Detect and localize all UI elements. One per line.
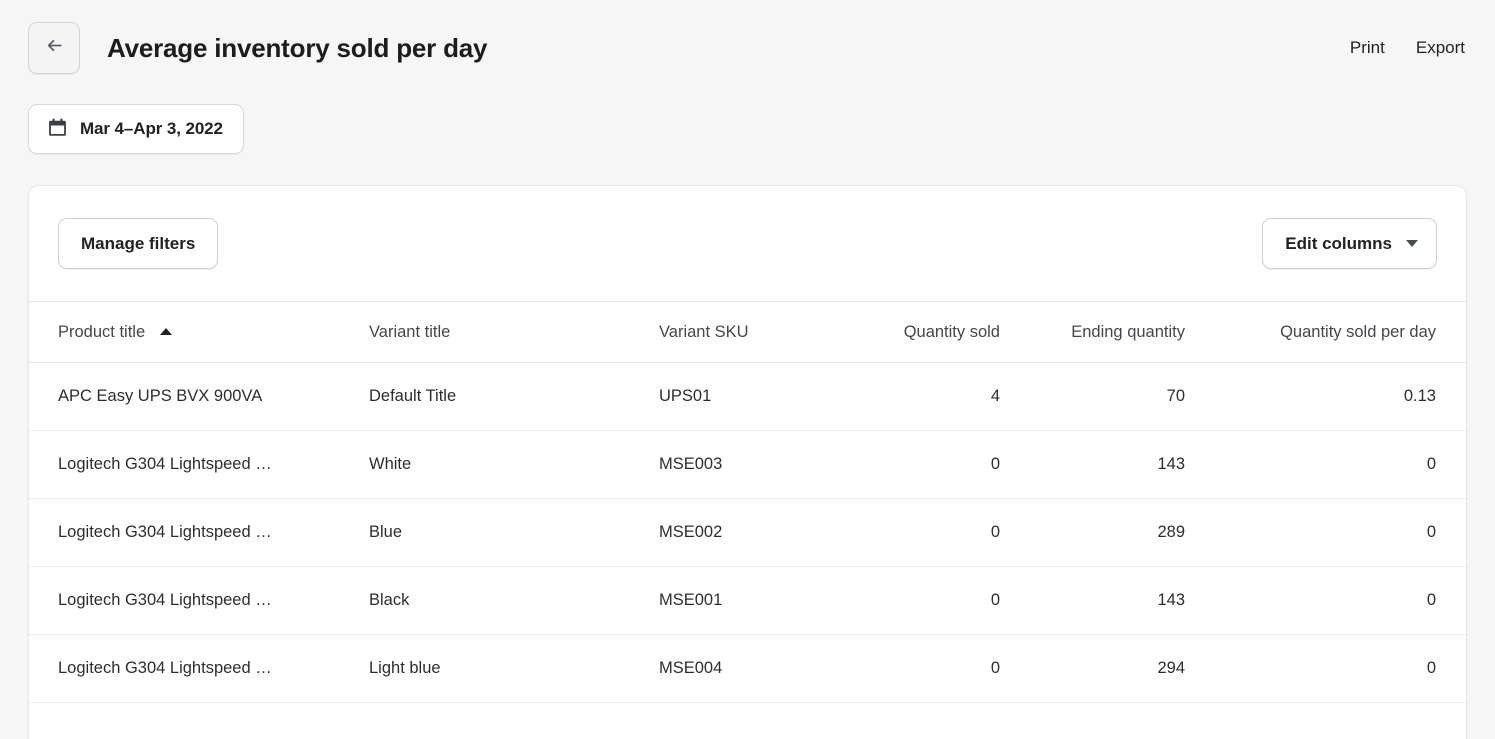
report-page: Average inventory sold per day Print Exp… [0, 0, 1495, 739]
cell-product-title: Logitech G304 Lightspeed … [29, 566, 369, 635]
cell-variant-title: Light blue [369, 634, 659, 703]
arrow-left-icon [44, 35, 65, 61]
table-row[interactable]: Logitech G304 Lightspeed … Blue MSE002 0 289… [29, 498, 1466, 567]
table-body: APC Easy UPS BVX 900VA Default Title UPS01… [29, 362, 1466, 703]
cell-variant-sku: MSE001 [659, 566, 839, 635]
inventory-table: Product title Variant title Variant SKU … [29, 301, 1466, 703]
table-header-row: Product title Variant title Variant SKU … [29, 301, 1466, 363]
cell-product-title: Logitech G304 Lightspeed … [29, 498, 369, 567]
cell-quantity-sold-per-day: 0 [1199, 498, 1466, 567]
cell-ending-quantity: 294 [1019, 634, 1199, 703]
manage-filters-button[interactable]: Manage filters [58, 218, 219, 269]
cell-ending-quantity: 143 [1019, 430, 1199, 499]
column-header-label: Product title [58, 323, 146, 341]
table-row[interactable]: Logitech G304 Lightspeed … Light blue MSE0… [29, 634, 1466, 703]
caret-up-icon [159, 328, 172, 335]
cell-quantity-sold: 0 [839, 498, 1019, 567]
cell-variant-title: Default Title [369, 362, 659, 431]
cell-variant-sku: MSE004 [659, 634, 839, 703]
column-header-label: Ending quantity [1071, 323, 1185, 341]
table-head: Product title Variant title Variant SKU … [29, 301, 1466, 363]
column-header-variant-title[interactable]: Variant title [369, 301, 659, 363]
table-row[interactable]: Logitech G304 Lightspeed … White MSE003 0 14… [29, 430, 1466, 499]
page-header: Average inventory sold per day Print Exp… [28, 22, 1467, 74]
page-title: Average inventory sold per day [107, 32, 488, 63]
table-row[interactable]: APC Easy UPS BVX 900VA Default Title UPS01… [29, 362, 1466, 431]
cell-variant-sku: UPS01 [659, 362, 839, 431]
cell-quantity-sold-per-day: 0 [1199, 430, 1466, 499]
cell-product-title: APC Easy UPS BVX 900VA [29, 362, 369, 431]
table-row[interactable]: Logitech G304 Lightspeed … Black MSE001 0 14… [29, 566, 1466, 635]
header-actions: Print Export [1348, 32, 1467, 64]
table-toolbar: Manage filters Edit columns [29, 186, 1466, 301]
cell-variant-title: Blue [369, 498, 659, 567]
cell-quantity-sold: 0 [839, 634, 1019, 703]
cell-quantity-sold-per-day: 0 [1199, 634, 1466, 703]
cell-product-title: Logitech G304 Lightspeed … [29, 634, 369, 703]
export-button[interactable]: Export [1414, 32, 1467, 64]
cell-quantity-sold: 0 [839, 430, 1019, 499]
cell-variant-sku: MSE003 [659, 430, 839, 499]
edit-columns-label: Edit columns [1285, 233, 1392, 253]
column-header-label: Quantity sold [903, 323, 1000, 341]
print-button[interactable]: Print [1348, 32, 1387, 64]
cell-ending-quantity: 70 [1019, 362, 1199, 431]
cell-quantity-sold-per-day: 0 [1199, 566, 1466, 635]
column-header-variant-sku[interactable]: Variant SKU [659, 301, 839, 363]
cell-quantity-sold-per-day: 0.13 [1199, 362, 1466, 431]
column-header-quantity-sold-per-day[interactable]: Quantity sold per day [1199, 301, 1466, 363]
cell-quantity-sold: 4 [839, 362, 1019, 431]
column-header-label: Variant title [369, 323, 451, 341]
cell-variant-title: Black [369, 566, 659, 635]
column-header-ending-quantity[interactable]: Ending quantity [1019, 301, 1199, 363]
chevron-down-icon [1406, 240, 1418, 247]
calendar-icon [47, 117, 68, 141]
column-header-product-title[interactable]: Product title [29, 301, 369, 363]
back-button[interactable] [28, 22, 80, 74]
cell-variant-title: White [369, 430, 659, 499]
cell-ending-quantity: 289 [1019, 498, 1199, 567]
report-card: Manage filters Edit columns Product titl… [28, 185, 1467, 739]
cell-quantity-sold: 0 [839, 566, 1019, 635]
edit-columns-button[interactable]: Edit columns [1262, 218, 1437, 269]
date-range-picker[interactable]: Mar 4–Apr 3, 2022 [28, 104, 244, 154]
column-header-label: Quantity sold per day [1280, 323, 1436, 341]
daterange-row: Mar 4–Apr 3, 2022 [28, 104, 244, 154]
column-header-label: Variant SKU [659, 323, 749, 341]
column-header-quantity-sold[interactable]: Quantity sold [839, 301, 1019, 363]
cell-product-title: Logitech G304 Lightspeed … [29, 430, 369, 499]
cell-ending-quantity: 143 [1019, 566, 1199, 635]
date-range-label: Mar 4–Apr 3, 2022 [80, 119, 223, 138]
cell-variant-sku: MSE002 [659, 498, 839, 567]
